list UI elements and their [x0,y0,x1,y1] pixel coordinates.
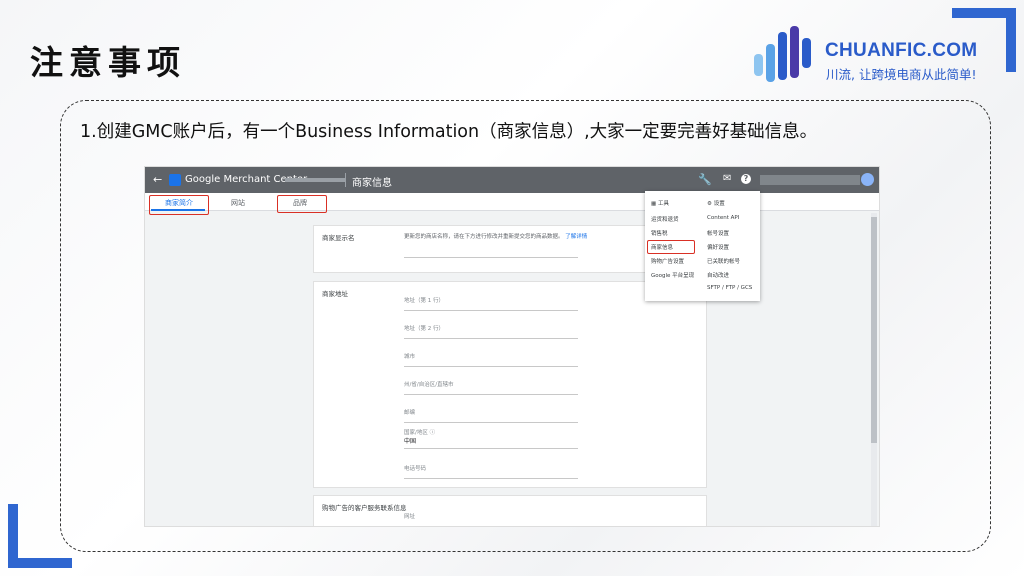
description-text: 1.创建GMC账户后，有一个Business Information（商家信息）… [80,122,818,142]
highlight-tab-business-profile [149,195,209,215]
address-line1-field[interactable]: 地址（第 1 行） [404,296,578,311]
menu-item-auto-improvements[interactable]: 自动改进 [707,271,729,279]
menu-item-shipping-returns[interactable]: 运货和退货 [651,215,679,223]
tools-header: ▦ 工具 [651,201,669,207]
merchant-center-screenshot: ← Google Merchant Center 商家信息 🔧 ✉ ? 商家简介… [144,166,880,527]
tab-website[interactable]: 网站 [231,198,245,208]
menu-item-linked-accounts[interactable]: 已关联的帐号 [707,257,740,265]
divider [345,173,346,187]
menu-item-google-surfaces[interactable]: Google 平台呈现 [651,271,694,279]
display-name-description: 更新您的商店名称，请在下方进行修改并重新提交您的商品数据。 了解详情 [404,234,588,240]
highlight-menu-business-info [647,240,695,254]
grid-icon: ▦ [651,201,658,207]
avatar[interactable] [861,173,874,186]
country-field[interactable]: 国家/地区 ⓘ 中国 [404,428,578,449]
menu-item-account-settings[interactable]: 帐号设置 [707,229,729,237]
back-arrow-icon[interactable]: ← [153,173,162,186]
mail-icon[interactable]: ✉ [723,173,731,184]
display-name-input[interactable] [404,244,578,258]
page-title: 注意事项 [30,43,186,82]
city-field[interactable]: 城市 [404,352,578,367]
support-label: 购物广告的客户服务联系信息 [322,504,407,512]
menu-item-sftp[interactable]: SFTP / FTP / GCS [707,285,752,291]
country-value: 中国 [404,438,417,445]
scrollbar-thumb[interactable] [871,217,877,443]
tab-bar: 商家简介 网站 品牌 [145,193,879,211]
province-field[interactable]: 州/省/自治区/直辖市 [404,380,578,395]
postal-code-field[interactable]: 邮编 [404,408,578,423]
account-id-redacted [285,178,345,182]
account-email-redacted [760,175,860,185]
gear-icon: ⚙ [707,201,714,207]
menu-item-preferences[interactable]: 偏好设置 [707,243,729,251]
menu-item-sales-tax[interactable]: 销售税 [651,229,668,237]
logo-name: CHUANFIC.COM [825,40,978,61]
menu-item-shopping-ads-settings[interactable]: 购物广告设置 [651,257,684,265]
address-line2-field[interactable]: 地址（第 2 行） [404,324,578,339]
business-address-card: 商家地址 地址（第 1 行） 地址（第 2 行） 城市 州/省/自治区/直辖市 … [313,281,707,488]
top-bar: ← Google Merchant Center 商家信息 🔧 ✉ ? [145,167,879,193]
help-icon[interactable]: ? [741,174,751,184]
info-icon: ⓘ [429,430,436,436]
settings-header: ⚙ 设置 [707,201,725,207]
wrench-icon[interactable]: 🔧 [698,173,712,186]
address-label: 商家地址 [322,290,348,298]
brand-logo: CHUANFIC.COM 川流, 让跨境电商从此简单! [752,24,992,88]
merchant-center-logo-icon [169,174,181,186]
display-name-label: 商家显示名 [322,234,355,242]
logo-bars-icon [754,26,811,82]
support-website-field[interactable]: 网址 [404,512,578,526]
menu-item-content-api[interactable]: Content API [707,215,739,221]
breadcrumb: 商家信息 [352,178,392,189]
phone-field[interactable]: 电话号码 [404,464,578,479]
learn-more-link[interactable]: 了解详情 [565,234,587,240]
highlight-tab-brand [277,195,327,213]
country-label: 国家/地区 [404,430,428,436]
customer-support-card: 购物广告的客户服务联系信息 网址 [313,495,707,526]
logo-slogan: 川流, 让跨境电商从此简单! [826,67,977,82]
